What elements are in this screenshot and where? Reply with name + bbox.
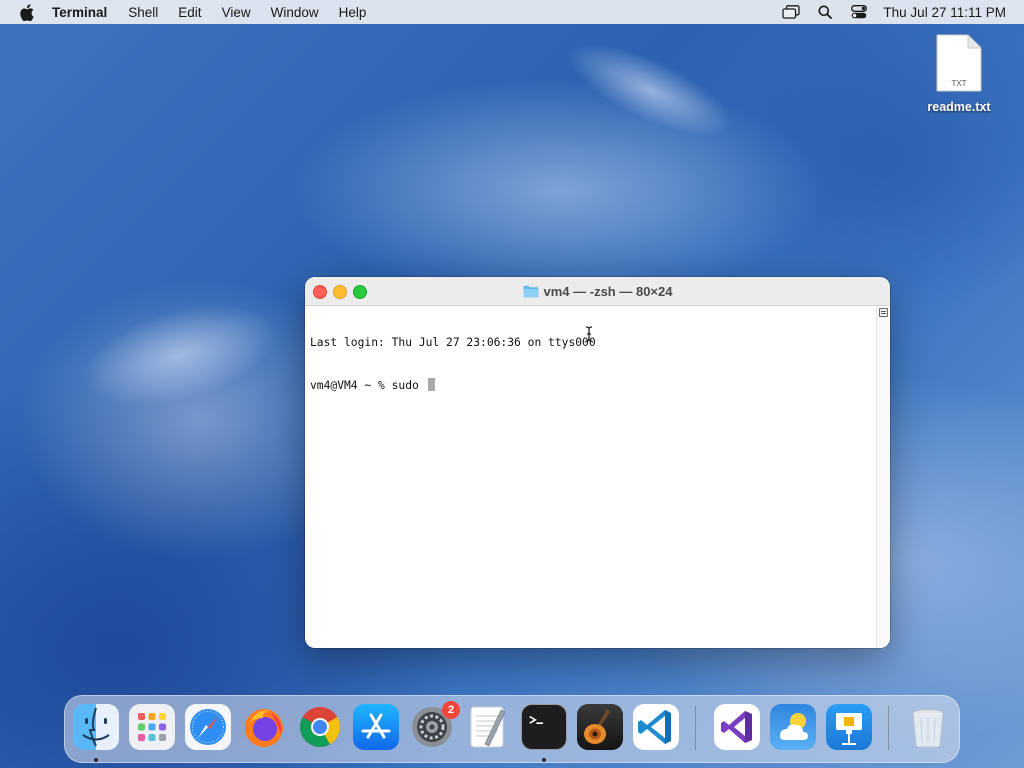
menu-bar: Terminal Shell Edit View Window Help Thu… xyxy=(0,0,1024,24)
weather-icon xyxy=(780,713,808,740)
garageband-icon xyxy=(584,709,610,744)
menu-view[interactable]: View xyxy=(222,5,251,20)
menu-bar-status-area: Thu Jul 27 11:11 PM xyxy=(781,0,1024,24)
menu-bar-clock[interactable]: Thu Jul 27 11:11 PM xyxy=(883,5,1006,20)
ibeam-cursor-icon xyxy=(585,326,593,342)
dock-textedit[interactable] xyxy=(465,704,511,750)
dock-terminal[interactable] xyxy=(521,704,567,750)
dock-separator xyxy=(888,706,889,750)
running-indicator xyxy=(94,758,98,762)
menu-edit[interactable]: Edit xyxy=(178,5,201,20)
terminal-prompt-text: vm4@VM4 ~ % sudo xyxy=(310,379,426,392)
chrome-icon xyxy=(300,707,340,747)
firefox-icon xyxy=(245,709,283,747)
terminal-prompt-line[interactable]: vm4@VM4 ~ % sudo xyxy=(310,378,877,392)
text-file-icon: TXT xyxy=(936,34,982,92)
menu-shell[interactable]: Shell xyxy=(128,5,158,20)
dock-chrome[interactable] xyxy=(297,704,343,750)
dock-vscode[interactable] xyxy=(633,704,679,750)
dock-safari[interactable] xyxy=(185,704,231,750)
screen-mirroring-icon[interactable] xyxy=(781,3,801,21)
apple-icon[interactable] xyxy=(18,3,36,21)
notification-badge: 2 xyxy=(442,701,460,719)
dock-weather[interactable] xyxy=(770,704,816,750)
desktop-file-readme[interactable]: TXT readme.txt xyxy=(920,34,998,114)
file-type-label: TXT xyxy=(951,79,967,88)
dock-trash[interactable] xyxy=(905,704,951,750)
search-icon[interactable] xyxy=(815,3,835,21)
window-title: vm4 — -zsh — 80×24 xyxy=(305,277,890,305)
vscode-icon xyxy=(638,710,671,744)
terminal-line-text: Last login: Thu Jul 27 23:06:36 on ttys0… xyxy=(310,336,596,349)
desktop-file-label: readme.txt xyxy=(927,100,991,114)
safari-icon xyxy=(190,709,226,745)
dock: 2 xyxy=(64,695,960,763)
dock-separator xyxy=(695,706,696,750)
split-pane-icon[interactable] xyxy=(879,308,888,317)
finder-icon xyxy=(82,707,110,747)
dock-app-store[interactable] xyxy=(353,704,399,750)
trash-icon xyxy=(912,709,944,748)
menu-help[interactable]: Help xyxy=(339,5,367,20)
running-indicator xyxy=(542,758,546,762)
folder-icon xyxy=(523,285,538,297)
keynote-icon xyxy=(836,713,862,745)
menu-window[interactable]: Window xyxy=(271,5,319,20)
menu-app-name[interactable]: Terminal xyxy=(52,5,107,20)
dock-finder[interactable] xyxy=(73,704,119,750)
dock-keynote[interactable] xyxy=(826,704,872,750)
dock-firefox[interactable] xyxy=(241,704,287,750)
window-title-text: vm4 — -zsh — 80×24 xyxy=(543,283,673,299)
control-center-icon[interactable] xyxy=(849,3,869,21)
terminal-output[interactable]: Last login: Thu Jul 27 23:06:36 on ttys0… xyxy=(305,306,877,648)
visual-studio-icon xyxy=(721,711,752,743)
app-store-icon xyxy=(361,713,391,739)
launchpad-icon xyxy=(138,713,166,741)
dock-garageband[interactable] xyxy=(577,704,623,750)
vertical-scrollbar[interactable] xyxy=(876,306,890,648)
dock-visual-studio[interactable] xyxy=(714,704,760,750)
window-titlebar[interactable]: vm4 — -zsh — 80×24 xyxy=(305,277,890,306)
terminal-icon xyxy=(529,715,544,724)
text-cursor xyxy=(427,378,435,391)
dock-launchpad[interactable] xyxy=(129,704,175,750)
textedit-icon xyxy=(470,706,506,748)
terminal-window: vm4 — -zsh — 80×24 Last login: Thu Jul 2… xyxy=(305,277,890,648)
